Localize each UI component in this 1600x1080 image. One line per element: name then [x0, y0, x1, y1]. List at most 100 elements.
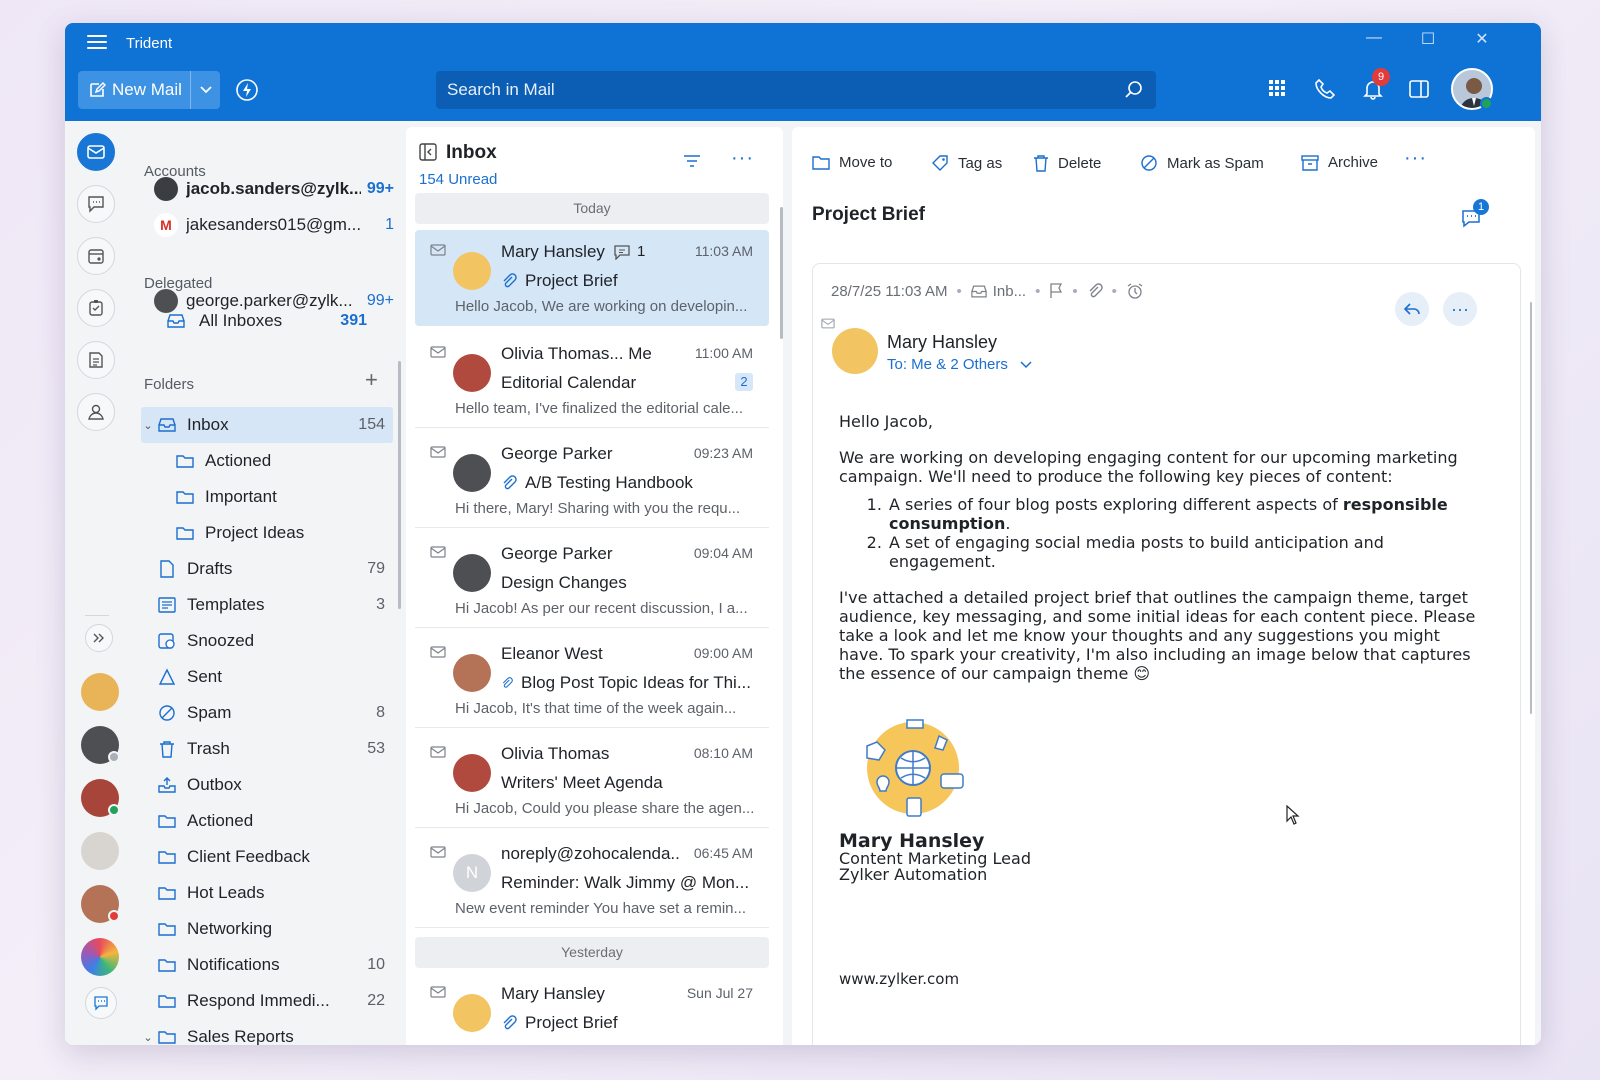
message-time: 09:00 AM — [693, 645, 753, 661]
folder-drafts[interactable]: Drafts 79 — [155, 551, 393, 587]
reader-more-icon[interactable]: ··· — [1404, 147, 1427, 170]
folder-hot-leads[interactable]: Hot Leads — [155, 875, 393, 911]
message-preview: Hi Jacob, Could you please share the age… — [455, 800, 755, 817]
folder-actioned-sub[interactable]: Actioned — [173, 443, 393, 479]
email-more-options-button[interactable]: ··· — [1443, 292, 1477, 326]
rail-tasks-button[interactable] — [77, 289, 115, 327]
body-paragraph-1: We are working on developing engaging co… — [839, 448, 1458, 486]
new-mail-button[interactable]: New Mail — [78, 71, 220, 109]
hamburger-menu-icon[interactable] — [87, 35, 107, 51]
maximize-button[interactable]: ☐ — [1413, 29, 1443, 49]
search-icon[interactable] — [1124, 80, 1144, 100]
sender-avatar[interactable] — [832, 328, 878, 374]
folder-inbox[interactable]: ⌄ Inbox 154 — [141, 407, 393, 443]
folder-sent[interactable]: Sent — [155, 659, 393, 695]
message-row[interactable]: Olivia Thomas 08:10 AM Writers' Meet Age… — [415, 732, 769, 828]
contact-avatar-4[interactable] — [81, 832, 119, 870]
folder-respond-immediately[interactable]: Respond Immedi... 22 — [155, 983, 393, 1019]
folder-snoozed[interactable]: Snoozed — [155, 623, 393, 659]
folder-templates[interactable]: Templates 3 — [155, 587, 393, 623]
all-inboxes-item[interactable]: All Inboxes 391 — [167, 311, 367, 331]
archive-button[interactable]: Archive — [1301, 154, 1378, 171]
envelope-icon — [430, 546, 446, 558]
expand-rail-button[interactable] — [85, 624, 113, 652]
folder-count: 10 — [367, 956, 385, 973]
rail-notes-button[interactable] — [77, 341, 115, 379]
message-row[interactable]: Eleanor West 09:00 AM Blog Post Topic Id… — [415, 632, 769, 728]
message-row[interactable]: George Parker 09:04 AM Design Changes Hi… — [415, 532, 769, 628]
chevron-down-icon[interactable]: ⌄ — [141, 1031, 155, 1044]
recipients-toggle[interactable]: To: Me & 2 Others — [887, 356, 1032, 373]
rail-chat-button[interactable] — [77, 185, 115, 223]
folder-project-ideas[interactable]: Project Ideas — [173, 515, 393, 551]
sent-icon — [158, 668, 176, 685]
folder-notifications[interactable]: Notifications 10 — [155, 947, 393, 983]
message-row[interactable]: N noreply@zohocalenda... 06:45 AM Remind… — [415, 832, 769, 928]
folder-spam[interactable]: Spam 8 — [155, 695, 393, 731]
rail-mail-button[interactable] — [77, 133, 115, 171]
message-subject: Project Brief — [501, 1013, 618, 1033]
new-mail-dropdown[interactable] — [190, 71, 220, 109]
folder-sales-reports[interactable]: ⌄ Sales Reports — [141, 1019, 393, 1045]
rail-contacts-button[interactable] — [77, 393, 115, 431]
folder-client-feedback[interactable]: Client Feedback — [155, 839, 393, 875]
reminder-alarm-icon[interactable] — [1126, 282, 1144, 300]
folder-outbox[interactable]: Outbox — [155, 767, 393, 803]
message-row-selected[interactable]: Mary Hansley 1 11:03 AM Project Brief He… — [415, 230, 769, 326]
folder-name: Actioned — [187, 811, 254, 830]
sender-avatar — [453, 554, 491, 592]
message-row[interactable]: Mary Hansley Sun Jul 27 Project Brief — [415, 972, 769, 1045]
contact-avatar-6[interactable] — [81, 938, 119, 976]
search-input[interactable]: Search in Mail — [436, 71, 1156, 109]
contact-avatar-1[interactable] — [81, 673, 119, 711]
move-to-button[interactable]: Move to — [812, 154, 892, 171]
flag-icon[interactable] — [1049, 283, 1063, 299]
tag-as-button[interactable]: Tag as — [931, 154, 1002, 172]
phone-icon[interactable] — [1314, 78, 1336, 100]
mouse-cursor-icon — [1286, 805, 1300, 825]
notes-icon — [89, 352, 103, 368]
unread-count[interactable]: 154 Unread — [419, 171, 497, 188]
minimize-button[interactable]: — — [1359, 29, 1389, 47]
folder-name: Actioned — [205, 451, 272, 470]
chevron-down-icon[interactable]: ⌄ — [141, 419, 155, 432]
folder-networking[interactable]: Networking — [155, 911, 393, 947]
attachment-icon[interactable] — [1087, 283, 1103, 299]
collapse-pane-icon[interactable] — [419, 143, 437, 161]
email-body: Hello Jacob, We are working on developin… — [839, 412, 1479, 883]
close-button[interactable]: ✕ — [1467, 29, 1497, 49]
reply-arrow-icon — [1403, 303, 1420, 315]
reply-button[interactable] — [1395, 292, 1429, 326]
mark-as-spam-button[interactable]: Mark as Spam — [1140, 154, 1264, 172]
tag-as-label: Tag as — [958, 154, 1003, 172]
side-panel-icon[interactable] — [1408, 78, 1430, 100]
account-item[interactable]: jacob.sanders@zylk... 99+ — [154, 177, 394, 201]
reader-scrollbar[interactable] — [1530, 302, 1532, 714]
rail-feedback-button[interactable] — [85, 987, 117, 1019]
folder-name: Snoozed — [187, 631, 255, 650]
folder-actioned[interactable]: Actioned — [155, 803, 393, 839]
folder-name: Important — [205, 487, 277, 506]
sender-name[interactable]: Mary Hansley — [887, 332, 997, 353]
apps-grid-icon[interactable] — [1267, 78, 1287, 98]
folder-count: 3 — [376, 596, 385, 613]
delete-button[interactable]: Delete — [1033, 154, 1101, 172]
list-more-icon[interactable]: ··· — [731, 147, 754, 170]
all-inboxes-label: All Inboxes — [199, 311, 283, 330]
message-list-scrollbar[interactable] — [780, 207, 783, 339]
filter-icon[interactable] — [683, 154, 701, 168]
delegated-account-item[interactable]: george.parker@zylk... 99+ — [154, 289, 394, 313]
rail-calendar-button[interactable] — [77, 237, 115, 275]
account-item[interactable]: M jakesanders015@gm... 1 — [154, 213, 394, 237]
message-row[interactable]: Olivia Thomas... Me 11:00 AM Editorial C… — [415, 332, 769, 428]
envelope-icon — [430, 244, 446, 256]
rail-divider — [85, 615, 109, 616]
folder-scrollbar[interactable] — [398, 361, 401, 609]
email-folder[interactable]: Inb... — [993, 283, 1026, 300]
add-folder-button[interactable]: + — [365, 367, 378, 393]
folder-important[interactable]: Important — [173, 479, 393, 515]
folder-trash[interactable]: Trash 53 — [155, 731, 393, 767]
signature-website-link[interactable]: www.zylker.com — [839, 970, 959, 988]
quick-actions-icon[interactable] — [235, 78, 259, 102]
message-row[interactable]: George Parker 09:23 AM A/B Testing Handb… — [415, 432, 769, 528]
